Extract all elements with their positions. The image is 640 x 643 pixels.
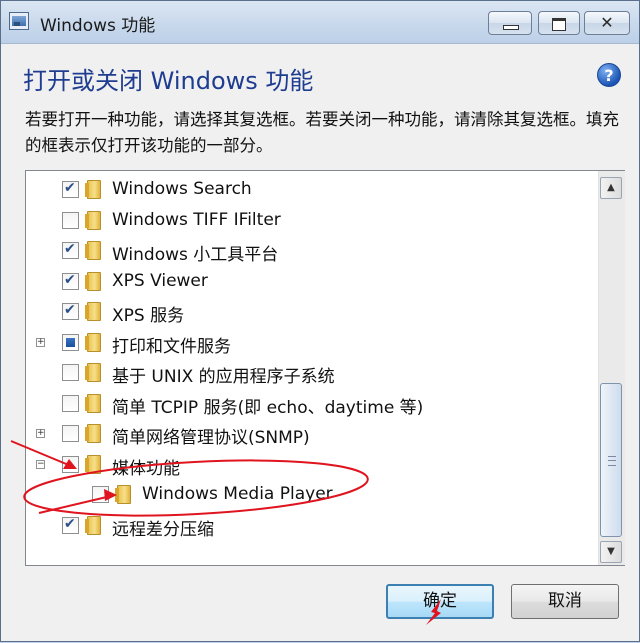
feature-checkbox[interactable] — [62, 394, 79, 412]
feature-label: 简单 TCPIP 服务(即 echo、daytime 等) — [112, 397, 424, 418]
feature-checkbox[interactable] — [62, 302, 79, 320]
scroll-down-arrow[interactable]: ▼ — [600, 541, 622, 563]
maximize-button[interactable] — [538, 11, 580, 35]
title-bar[interactable]: Windows 功能 ✕ — [1, 1, 639, 44]
feature-label: 简单网络管理协议(SNMP) — [112, 428, 310, 448]
feature-checkbox[interactable] — [62, 180, 79, 198]
feature-label: 媒体功能 — [112, 458, 180, 479]
minimize-button[interactable] — [488, 11, 532, 35]
folder-icon — [85, 363, 101, 382]
folder-icon — [85, 393, 101, 413]
help-icon[interactable]: ? — [597, 63, 621, 87]
window-title: Windows 功能 — [40, 16, 156, 36]
close-icon: ✕ — [600, 13, 614, 32]
feature-row[interactable]: 远程差分压缩 — [26, 511, 598, 541]
feature-label: Windows Search — [112, 179, 252, 199]
feature-checkbox[interactable] — [62, 425, 79, 442]
feature-row[interactable]: Windows Search — [26, 175, 598, 205]
description-text: 若要打开一种功能，请选择其复选框。若要关闭一种功能，请清除其复选框。填充的框表示… — [25, 110, 619, 155]
feature-row[interactable]: 简单 TCPIP 服务(即 echo、daytime 等) — [26, 389, 598, 419]
minimize-icon — [489, 12, 531, 34]
feature-checkbox[interactable] — [62, 516, 79, 534]
feature-label: 远程差分压缩 — [112, 519, 214, 540]
feature-label: XPS Viewer — [112, 270, 208, 291]
folder-icon — [85, 454, 101, 474]
feature-label: Windows Media Player — [142, 484, 333, 504]
folder-icon — [85, 332, 101, 352]
feature-checkbox[interactable] — [62, 455, 79, 473]
feature-label: 基于 UNIX 的应用程序子系统 — [112, 367, 335, 387]
folder-icon — [85, 515, 101, 535]
features-tree-items: Windows Search Windows TIFF IFilter Window… — [26, 171, 598, 565]
folder-icon — [85, 271, 101, 291]
dialog-heading: 打开或关闭 Windows 功能 — [23, 67, 314, 95]
feature-checkbox[interactable] — [62, 272, 79, 290]
collapse-icon[interactable]: − — [36, 459, 45, 469]
folder-icon — [85, 241, 101, 260]
feature-label: Windows 小工具平台 — [112, 245, 279, 265]
close-button[interactable]: ✕ — [584, 11, 630, 35]
windows-features-icon — [9, 12, 29, 30]
feature-row[interactable]: 基于 UNIX 的应用程序子系统 — [26, 358, 598, 388]
scrollbar-grip-icon — [608, 456, 616, 466]
ok-button[interactable]: 确定 — [386, 584, 494, 619]
folder-icon — [85, 210, 101, 230]
expand-icon[interactable]: + — [36, 337, 45, 347]
maximize-icon — [539, 12, 579, 34]
vertical-scrollbar[interactable]: ▲ ▼ — [598, 171, 625, 565]
feature-label: XPS 服务 — [112, 306, 185, 326]
feature-checkbox[interactable] — [62, 333, 79, 351]
folder-icon — [115, 485, 131, 504]
features-tree[interactable]: Windows Search Windows TIFF IFilter Window… — [25, 170, 625, 566]
feature-row[interactable]: + 简单网络管理协议(SNMP) — [26, 419, 598, 449]
feature-label: 打印和文件服务 — [112, 336, 231, 357]
folder-icon — [85, 424, 101, 443]
expand-icon[interactable]: + — [36, 429, 45, 438]
feature-checkbox[interactable] — [92, 486, 109, 503]
feature-row[interactable]: Windows 小工具平台 — [26, 236, 598, 266]
feature-row[interactable]: XPS Viewer — [26, 267, 598, 297]
folder-icon — [85, 180, 101, 199]
feature-row[interactable]: Windows Media Player — [26, 480, 598, 510]
feature-checkbox[interactable] — [62, 364, 79, 381]
feature-row[interactable]: Windows TIFF IFilter — [26, 206, 598, 236]
scroll-up-arrow[interactable]: ▲ — [600, 177, 622, 199]
scrollbar-thumb[interactable] — [600, 383, 622, 537]
feature-row[interactable]: + 打印和文件服务 — [26, 328, 598, 358]
feature-checkbox[interactable] — [62, 241, 79, 259]
feature-checkbox[interactable] — [62, 211, 79, 229]
folder-icon — [85, 302, 101, 321]
windows-features-dialog: Windows 功能 ✕ 打开或关闭 Windows 功能 ? 若要打开一种功能… — [0, 0, 640, 642]
feature-row[interactable]: XPS 服务 — [26, 297, 598, 327]
cancel-button[interactable]: 取消 — [511, 584, 619, 619]
feature-row[interactable]: − 媒体功能 — [26, 450, 598, 480]
feature-label: Windows TIFF IFilter — [112, 209, 281, 230]
